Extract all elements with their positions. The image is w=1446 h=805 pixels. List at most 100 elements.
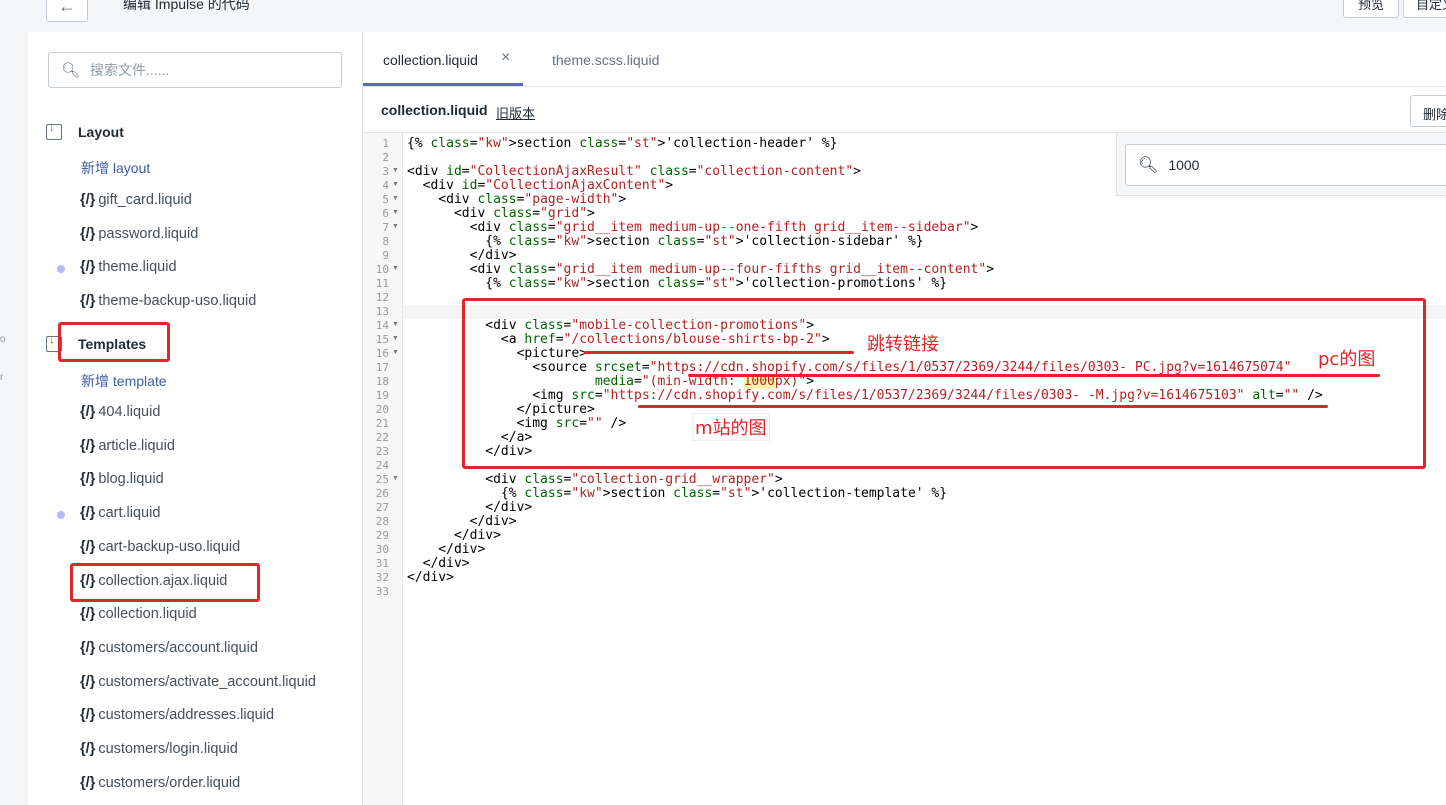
annotation-box-collection-ajax (70, 563, 260, 602)
add-layout-link[interactable]: 新增 layout (81, 158, 150, 178)
file-search[interactable]: 🔍︎ (48, 52, 342, 88)
file-item[interactable]: {/} theme.liquid (80, 259, 177, 275)
fold-toggle-icon[interactable]: ▼ (392, 223, 399, 230)
find-input[interactable]: 🔍︎ 1000 (1125, 144, 1446, 186)
modified-dot (57, 265, 65, 274)
file-item[interactable]: {/} customers/account.liquid (80, 640, 258, 656)
liquid-file-icon: {/} (80, 707, 96, 724)
line-number: 9 (382, 249, 389, 262)
liquid-file-icon: {/} (80, 606, 96, 623)
preview-button[interactable]: 预览 (1343, 0, 1399, 18)
fold-toggle-icon[interactable]: ▼ (392, 349, 399, 356)
file-name: collection.liquid (98, 606, 197, 623)
code-line: {% class="kw">section class="st">'collec… (407, 276, 948, 291)
file-item[interactable]: {/} customers/activate_account.liquid (80, 674, 316, 690)
code-line: </div> (407, 570, 454, 585)
file-item[interactable]: {/} article.liquid (80, 438, 175, 454)
annotation-m-label: m站的图 (692, 413, 770, 441)
top-bar: ← 编辑 Impulse 的代码 预览 自定义 (0, 0, 1446, 33)
add-template-link[interactable]: 新增 template (81, 371, 167, 391)
code-area[interactable]: 1 2 3 ▼ 4 ▼ 5 ▼ 6 ▼ 7 ▼ 8 9 10 ▼ 11 12 13 14 ▼ 15 ▼ 16 ▼ 17 18 19 20… (363, 133, 1446, 805)
file-name: customers/order.liquid (98, 774, 241, 791)
current-file-name: collection.liquid (381, 102, 488, 118)
line-number: 24 (375, 459, 389, 472)
file-item[interactable]: {/} theme-backup-uso.liquid (80, 293, 256, 309)
line-number: 17 (375, 361, 389, 374)
find-value: 1000 (1168, 157, 1200, 173)
file-item[interactable]: {/} customers/order.liquid (80, 775, 240, 791)
active-tab-indicator (363, 83, 523, 86)
tab-collection-liquid[interactable]: collection.liquid (383, 52, 478, 68)
section-layout[interactable]: Layout (46, 122, 124, 140)
line-number: 23 (375, 445, 389, 458)
file-name: customers/login.liquid (98, 741, 238, 757)
liquid-file-icon: {/} (80, 404, 96, 420)
line-number: 29 (375, 529, 389, 542)
liquid-file-icon: {/} (80, 774, 96, 791)
page-title: 编辑 Impulse 的代码 (123, 0, 250, 12)
file-name: customers/account.liquid (98, 639, 258, 656)
fold-toggle-icon[interactable]: ▼ (392, 321, 399, 328)
liquid-file-icon: {/} (80, 259, 96, 276)
back-button[interactable]: ← (46, 0, 88, 22)
line-number: 22 (375, 431, 389, 444)
customize-button[interactable]: 自定义 (1403, 0, 1446, 18)
file-item[interactable]: {/} cart-backup-uso.liquid (80, 539, 240, 555)
fold-toggle-icon[interactable]: ▼ (392, 167, 399, 174)
tab-theme-scss-liquid[interactable]: theme.scss.liquid (552, 52, 659, 68)
code-line: </div> (407, 248, 517, 263)
file-item[interactable]: {/} customers/addresses.liquid (80, 707, 274, 723)
code-line: </div> (407, 528, 501, 543)
delete-button[interactable]: 删除 (1410, 95, 1446, 127)
line-number: 1 (382, 137, 389, 150)
line-number: 13 (375, 305, 389, 318)
line-number: 28 (375, 515, 389, 528)
file-item[interactable]: {/} password.liquid (80, 226, 198, 242)
code-line: <div class="collection-grid__wrapper"> (407, 472, 783, 487)
line-number: 15 (375, 333, 389, 346)
fold-toggle-icon[interactable]: ▼ (392, 475, 399, 482)
close-icon[interactable]: × (501, 49, 510, 67)
file-item[interactable]: {/} blog.liquid (80, 471, 164, 487)
file-name: customers/addresses.liquid (98, 707, 275, 724)
line-number: 31 (375, 557, 389, 570)
line-number: 2 (382, 151, 389, 164)
find-panel: 🔍︎ 1000 (1116, 133, 1446, 196)
modified-dot (57, 511, 65, 520)
annotation-link-label: 跳转链接 (867, 334, 939, 355)
annotation-pc-label: pc的图 (1318, 349, 1376, 370)
search-input[interactable] (88, 61, 313, 79)
file-item[interactable]: {/} collection.liquid (80, 606, 197, 622)
line-number: 20 (375, 403, 389, 416)
code-line: <div id="CollectionAjaxResult" class="co… (407, 164, 861, 179)
annotation-box-code (462, 298, 1426, 469)
code-line: </div> (407, 514, 517, 529)
line-number: 25 (375, 473, 389, 486)
line-number: 10 (375, 263, 389, 276)
liquid-file-icon: {/} (80, 741, 96, 757)
search-icon: 🔍︎ (61, 62, 81, 79)
annotation-underline-m (638, 405, 1328, 408)
file-name: theme.liquid (98, 259, 177, 276)
file-name: blog.liquid (98, 471, 164, 488)
line-number: 7 (382, 221, 389, 234)
code-line: {% class="kw">section class="st">'collec… (407, 486, 948, 501)
file-name: gift_card.liquid (98, 192, 192, 208)
file-item[interactable]: {/} cart.liquid (80, 505, 160, 521)
fold-toggle-icon[interactable]: ▼ (392, 265, 399, 272)
fold-toggle-icon[interactable]: ▼ (392, 209, 399, 216)
old-versions-link[interactable]: 旧版本 (496, 103, 535, 122)
line-number: 19 (375, 389, 389, 402)
fold-toggle-icon[interactable]: ▼ (392, 181, 399, 188)
file-name: 404.liquid (98, 404, 161, 420)
search-icon: 🔍︎ (1138, 157, 1159, 174)
file-item[interactable]: {/} 404.liquid (80, 404, 160, 420)
line-number: 8 (382, 235, 389, 248)
file-item[interactable]: {/} customers/login.liquid (80, 741, 238, 757)
file-toolbar: collection.liquid 旧版本 删除 (363, 87, 1446, 133)
line-number: 6 (382, 207, 389, 220)
fold-toggle-icon[interactable]: ▼ (392, 195, 399, 202)
liquid-file-icon: {/} (80, 639, 96, 656)
file-item[interactable]: {/} gift_card.liquid (80, 192, 192, 208)
fold-toggle-icon[interactable]: ▼ (392, 335, 399, 342)
